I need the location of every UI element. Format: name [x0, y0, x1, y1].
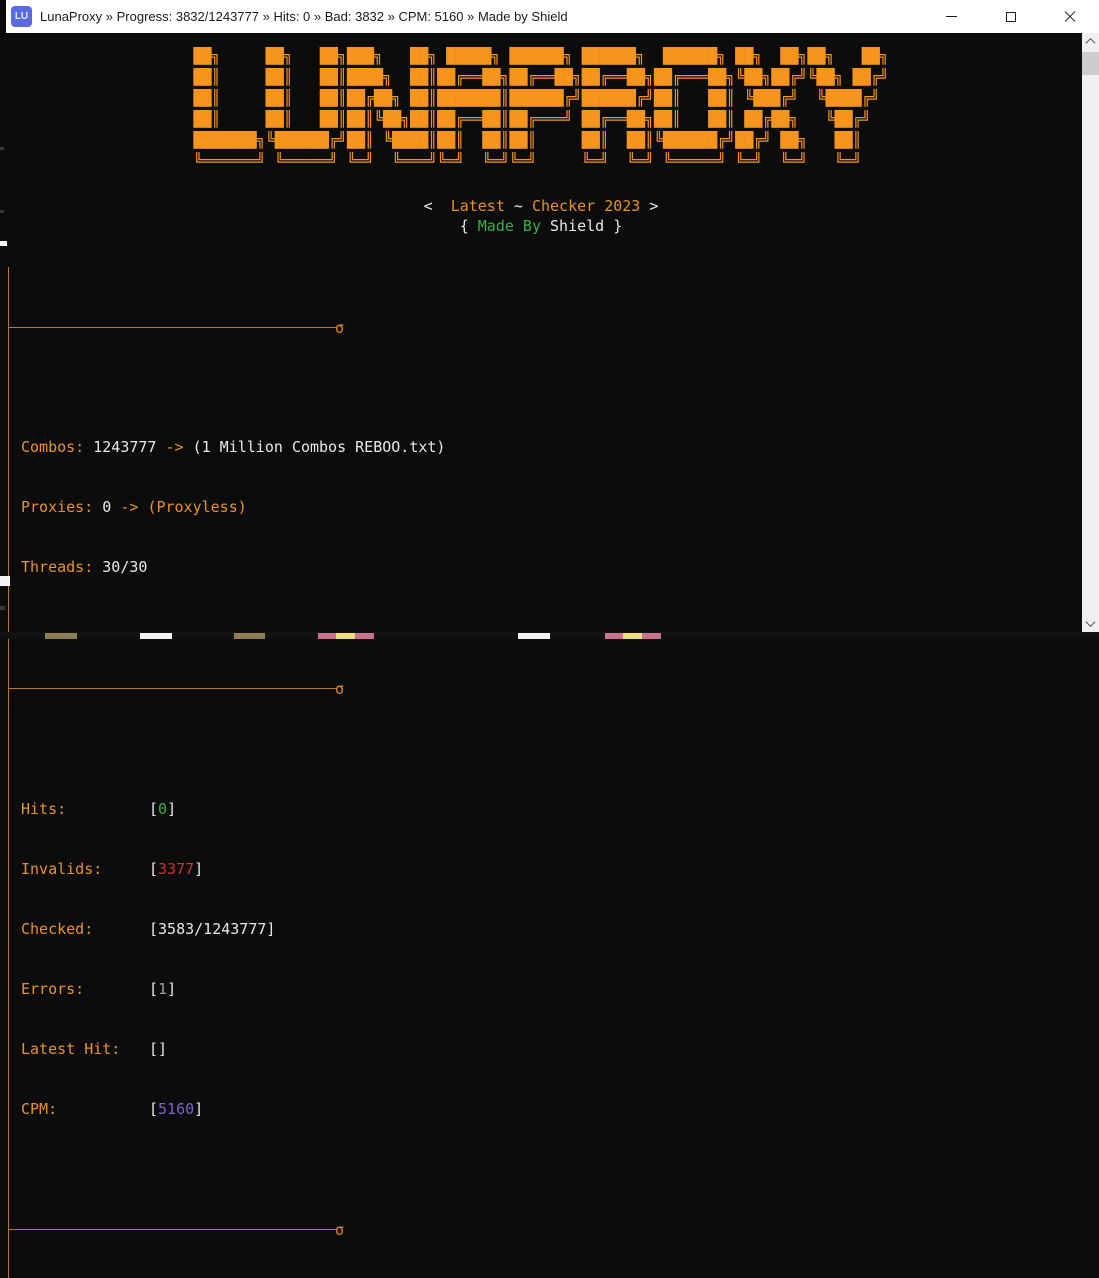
- close-button[interactable]: [1040, 0, 1099, 33]
- cpm-value: 5160: [158, 1100, 194, 1118]
- combos-arrow: ->: [156, 438, 192, 456]
- checked-label: Checked:: [21, 919, 149, 939]
- hits-label: Hits:: [21, 799, 149, 819]
- taskbar-icon-fragment[interactable]: [140, 633, 172, 639]
- taskbar-icon-fragment[interactable]: [605, 633, 623, 639]
- checked-row: Checked:[3583/1243777]: [21, 919, 356, 939]
- taskbar-icon-fragment[interactable]: [45, 633, 77, 639]
- console-output: ██╗ ██╗ ██╗███╗ ██╗ █████╗ ██████╗ █████…: [0, 33, 1082, 639]
- box-border-top: σ: [9, 327, 337, 328]
- nav-tilde: ~: [505, 197, 532, 215]
- chevron-up-icon: [1086, 38, 1096, 48]
- combos-file: (1 Million Combos REBOO.txt): [193, 438, 446, 456]
- scroll-up-button[interactable]: [1082, 33, 1099, 50]
- scrollbar-thumb[interactable]: [1082, 52, 1099, 75]
- taskbar-icon-fragment[interactable]: [234, 633, 265, 639]
- background-window-peek: [0, 210, 4, 213]
- invalids-row: Invalids:[3377]: [21, 859, 356, 879]
- border-cap-sigma: σ: [335, 679, 344, 699]
- maximize-icon: [1006, 12, 1016, 22]
- proxies-mode: (Proxyless): [147, 498, 246, 516]
- stats-panel: σ Combos: 1243777 -> (1 Million Combos R…: [8, 267, 356, 1278]
- errors-row: Errors:[1]: [21, 979, 356, 999]
- cpm-row: CPM:[5160]: [21, 1099, 356, 1119]
- taskbar-icon-fragment[interactable]: [518, 633, 550, 639]
- bracket: [: [149, 920, 158, 938]
- bracket: ]: [167, 980, 176, 998]
- proxies-row: Proxies: 0 -> (Proxyless): [21, 497, 356, 517]
- border-cap-sigma: σ: [335, 1220, 344, 1240]
- window-title: LunaProxy » Progress: 3832/1243777 » Hit…: [40, 9, 568, 24]
- proxies-label: Proxies:: [21, 498, 102, 516]
- nav-latest-label: Latest: [451, 197, 505, 215]
- bracket: [: [149, 1100, 158, 1118]
- credit-made-by: Made By: [478, 217, 541, 235]
- bracket: ]: [167, 800, 176, 818]
- nav-right-arrow[interactable]: >: [640, 197, 658, 215]
- taskbar-icon-fragment[interactable]: [336, 633, 355, 639]
- threads-label: Threads:: [21, 558, 102, 576]
- bracket: ]: [194, 1100, 203, 1118]
- minimize-button[interactable]: [922, 0, 981, 33]
- background-window-peek: [0, 606, 5, 610]
- nav-checker-label: Checker 2023: [532, 197, 640, 215]
- version-nav: < Latest ~ Checker 2023 >: [0, 196, 1082, 216]
- close-icon: [1064, 11, 1076, 23]
- invalids-value: 3377: [158, 860, 194, 878]
- lunaproxy-window: LU LunaProxy » Progress: 3832/1243777 » …: [0, 0, 1099, 639]
- credit-line: { Made By Shield }: [0, 216, 1082, 236]
- chevron-down-icon: [1086, 617, 1096, 627]
- vertical-scrollbar[interactable]: [1082, 33, 1099, 632]
- threads-row: Threads: 30/30: [21, 557, 356, 577]
- scroll-down-button[interactable]: [1082, 615, 1099, 632]
- background-window-peek: [0, 576, 10, 586]
- bracket: [: [149, 860, 158, 878]
- box-border-mid2: σ: [9, 1229, 337, 1230]
- credit-open-brace: {: [460, 217, 478, 235]
- combos-row: Combos: 1243777 -> (1 Million Combos REB…: [21, 437, 356, 457]
- background-window-peek: [0, 147, 4, 150]
- background-window-peek: [0, 241, 7, 246]
- threads-value: 30/30: [102, 558, 147, 576]
- bracket: [: [149, 1040, 158, 1058]
- progress-box: Hits:[0] Invalids:[3377] Checked:[3583/1…: [9, 749, 356, 1169]
- taskbar-icon-fragment[interactable]: [623, 633, 642, 639]
- taskbar-edge: [0, 632, 1099, 639]
- bracket: [: [149, 980, 158, 998]
- proxies-arrow: ->: [111, 498, 147, 516]
- proxies-count: 0: [102, 498, 111, 516]
- errors-label: Errors:: [21, 979, 149, 999]
- combos-count: 1243777: [93, 438, 156, 456]
- taskbar-icon-fragment[interactable]: [318, 633, 336, 639]
- ascii-banner: ██╗ ██╗ ██╗███╗ ██╗ █████╗ ██████╗ █████…: [193, 46, 888, 172]
- bracket: [: [149, 800, 158, 818]
- latest-hit-label: Latest Hit:: [21, 1039, 149, 1059]
- credit-author: Shield: [541, 217, 604, 235]
- errors-value: 1: [158, 980, 167, 998]
- bracket: ]: [266, 920, 275, 938]
- lunaproxy-logo-icon: LU: [11, 6, 32, 27]
- bracket: ]: [158, 1040, 167, 1058]
- invalids-label: Invalids:: [21, 859, 149, 879]
- combos-label: Combos:: [21, 438, 93, 456]
- hits-value: 0: [158, 800, 167, 818]
- titlebar[interactable]: LU LunaProxy » Progress: 3832/1243777 » …: [0, 0, 1099, 33]
- taskbar-icon-fragment[interactable]: [355, 633, 374, 639]
- maximize-button[interactable]: [981, 0, 1040, 33]
- taskbar-icon-fragment[interactable]: [642, 633, 661, 639]
- window-left-edge: [0, 0, 6, 33]
- config-box: Combos: 1243777 -> (1 Million Combos REB…: [9, 388, 356, 628]
- bracket: ]: [194, 860, 203, 878]
- credit-close-brace: }: [604, 217, 622, 235]
- nav-left-arrow[interactable]: <: [424, 197, 451, 215]
- window-controls: [922, 0, 1099, 33]
- hits-row: Hits:[0]: [21, 799, 356, 819]
- border-cap-sigma: σ: [335, 318, 344, 338]
- minimize-icon: [946, 16, 957, 17]
- latest-hit-row: Latest Hit:[]: [21, 1039, 356, 1059]
- checked-value: 3583/1243777: [158, 920, 266, 938]
- box-border-mid1: σ: [9, 688, 337, 689]
- cpm-label: CPM:: [21, 1099, 149, 1119]
